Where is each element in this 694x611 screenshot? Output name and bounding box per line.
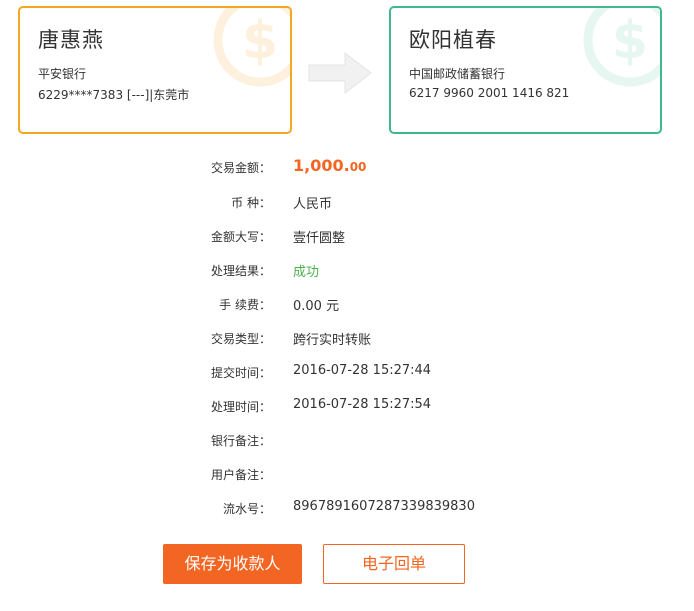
svg-text:$: $	[242, 11, 278, 71]
detail-row-process-time: 处理时间： 2016-07-28 15:27:54	[0, 395, 694, 415]
currency-value: 人民币	[293, 197, 333, 212]
payer-card: $ 唐惠燕 平安银行 6229****7383 [---]|东莞市	[18, 6, 292, 134]
save-as-payee-button[interactable]: 保存为收款人	[163, 544, 302, 584]
detail-row-submit-time: 提交时间： 2016-07-28 15:27:44	[0, 361, 694, 381]
detail-row-fee: 手 续费： 0.00 元	[0, 293, 694, 314]
detail-row-user-note: 用户备注：	[0, 463, 694, 483]
detail-row-amount-words: 金额大写： 壹仟圆整	[0, 225, 694, 246]
amount-label: 交易金额：	[210, 161, 271, 175]
type-value: 跨行实时转账	[293, 333, 372, 348]
payee-card: $ 欧阳植春 中国邮政储蓄银行 6217 9960 2001 1416 821	[389, 6, 662, 134]
payer-account: 6229****7383 [---]|东莞市	[38, 88, 190, 102]
e-receipt-button[interactable]: 电子回单	[323, 544, 465, 584]
serial-value: 896789160728733983983​0	[293, 499, 475, 514]
status-value: 成功	[293, 265, 320, 280]
status-label: 处理结果：	[210, 264, 271, 278]
currency-label: 币 种：	[231, 196, 271, 210]
dollar-coin-icon: $	[213, 8, 290, 87]
payee-bank: 中国邮政储蓄银行	[409, 67, 506, 81]
payer-name: 唐惠燕	[38, 28, 104, 52]
user-note-label: 用户备注：	[210, 468, 271, 482]
type-label: 交易类型：	[210, 332, 271, 346]
process-time-label: 处理时间：	[210, 400, 271, 414]
detail-row-bank-note: 银行备注：	[0, 429, 694, 449]
right-arrow-icon	[308, 51, 372, 95]
payee-account: 6217 9960 2001 1416 821	[409, 86, 570, 100]
payee-name: 欧阳植春	[409, 28, 497, 52]
detail-row-serial: 流水号： 896789160728733983983​0	[0, 497, 694, 517]
payer-bank: 平安银行	[38, 67, 87, 81]
amount-words-label: 金额大写：	[210, 230, 271, 244]
fee-label: 手 续费：	[219, 298, 271, 312]
amount-main: 1,000.	[293, 156, 350, 175]
detail-row-amount: 交易金额： 1,000.00	[0, 156, 694, 176]
amount-cents: 00	[349, 160, 367, 174]
amount-value: 1,000.00	[293, 156, 366, 175]
amount-words-value: 壹仟圆整	[293, 231, 346, 246]
submit-time-value: 2016-07-28 15:27:44	[293, 363, 432, 378]
submit-time-label: 提交时间：	[210, 366, 271, 380]
detail-row-type: 交易类型： 跨行实时转账	[0, 327, 694, 348]
bank-note-label: 银行备注：	[210, 434, 271, 448]
dollar-coin-icon: $	[583, 8, 660, 87]
serial-label: 流水号：	[222, 502, 271, 516]
svg-text:$: $	[612, 11, 648, 71]
fee-value: 0.00 元	[293, 299, 340, 314]
process-time-value: 2016-07-28 15:27:54	[293, 397, 432, 412]
detail-row-currency: 币 种： 人民币	[0, 191, 694, 212]
detail-row-status: 处理结果： 成功	[0, 259, 694, 280]
